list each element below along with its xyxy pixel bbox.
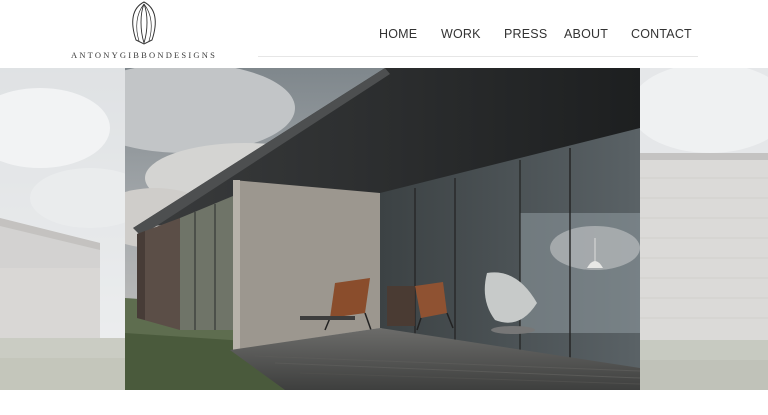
modern-glass-pavilion-image: [125, 68, 640, 390]
slide-next[interactable]: [640, 68, 768, 390]
slide-previous[interactable]: [0, 68, 125, 390]
nav-item-press[interactable]: PRESS: [504, 27, 547, 41]
site-logo[interactable]: ANTONYGIBBONDESIGNS: [62, 0, 226, 62]
logo-wordmark: ANTONYGIBBONDESIGNS: [70, 50, 217, 60]
leaf-mark-icon: [132, 1, 156, 45]
faded-house-image: [640, 68, 768, 390]
nav-item-work[interactable]: WORK: [441, 27, 481, 41]
slide-current[interactable]: [125, 68, 640, 390]
nav-item-about[interactable]: ABOUT: [564, 27, 608, 41]
nav-item-home[interactable]: HOME: [379, 27, 417, 41]
site-header: ANTONYGIBBONDESIGNS HOME WORK PRESS ABOU…: [0, 0, 768, 68]
page-footer-gap: [0, 390, 768, 415]
page: ANTONYGIBBONDESIGNS HOME WORK PRESS ABOU…: [0, 0, 768, 415]
hero-slider[interactable]: [0, 68, 768, 390]
main-nav: HOME WORK PRESS ABOUT CONTACT: [258, 0, 698, 57]
nav-item-contact[interactable]: CONTACT: [631, 27, 692, 41]
faded-building-image: [0, 68, 125, 390]
